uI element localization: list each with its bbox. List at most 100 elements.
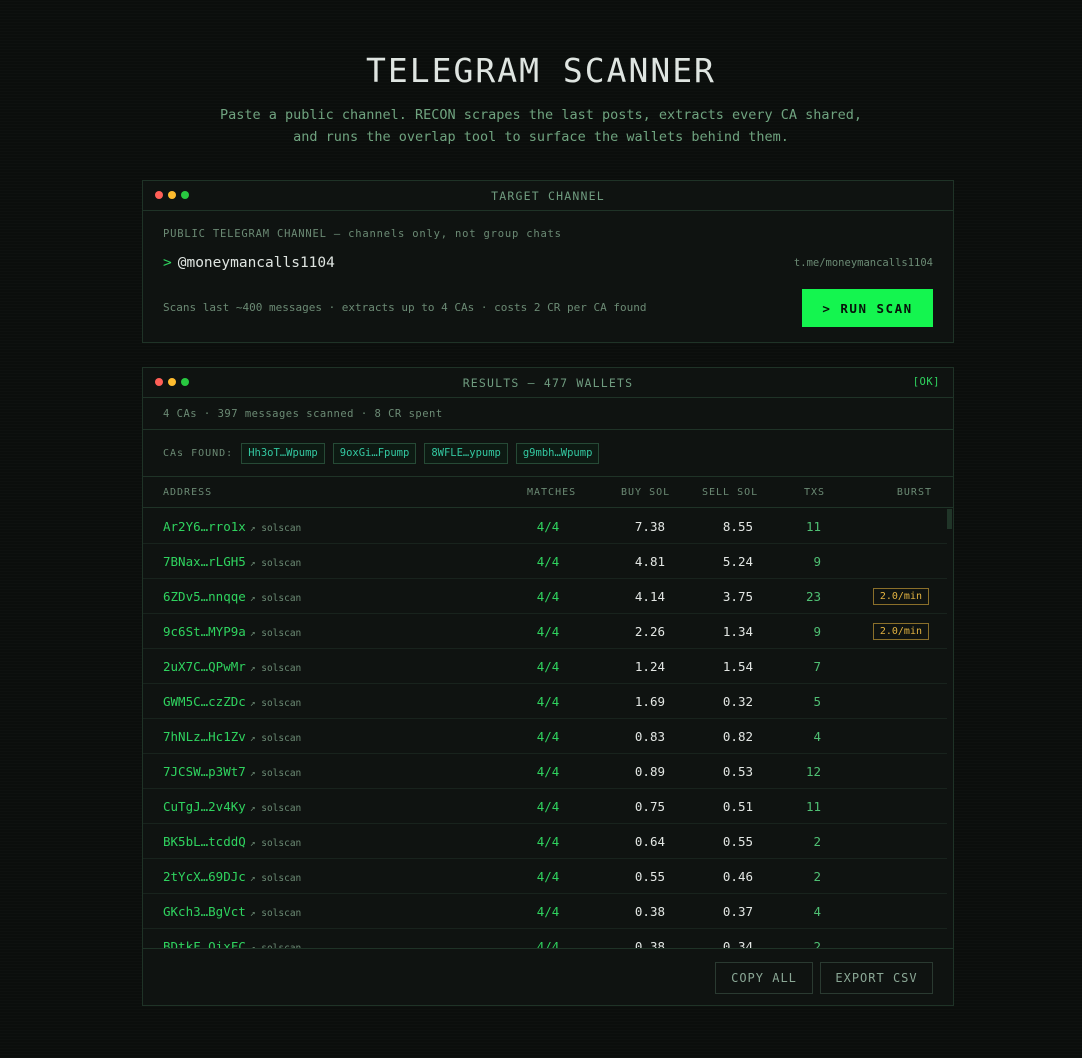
wallet-address-link[interactable]: CuTgJ…2v4Ky ↗ solscan <box>163 799 301 814</box>
export-csv-button[interactable]: EXPORT CSV <box>820 962 933 994</box>
solscan-link[interactable]: ↗ solscan <box>250 628 301 639</box>
wallet-address[interactable]: 7hNLz…Hc1Zv <box>163 729 246 744</box>
wallet-address-link[interactable]: Ar2Y6…rro1x ↗ solscan <box>163 519 301 534</box>
wallet-address[interactable]: 9c6St…MYP9a <box>163 624 246 639</box>
channel-link[interactable]: t.me/moneymancalls1104 <box>794 257 933 269</box>
wallet-address[interactable]: 6ZDv5…nnqqe <box>163 589 246 604</box>
sell-sol-value: 0.55 <box>722 834 753 849</box>
table-row[interactable]: 2uX7C…QPwMr ↗ solscan 4/4 1.24 1.54 7 <box>143 649 949 684</box>
wallet-address-link[interactable]: 2tYcX…69DJc ↗ solscan <box>163 869 301 884</box>
txs-value: 5 <box>813 694 821 709</box>
matches-value: 4/4 <box>536 589 560 604</box>
buy-sol-value: 0.64 <box>634 834 665 849</box>
wallet-address[interactable]: GWM5C…czZDc <box>163 694 246 709</box>
table-row[interactable]: GKch3…BgVct ↗ solscan 4/4 0.38 0.37 4 <box>143 894 949 929</box>
scrollbar-thumb[interactable] <box>947 509 952 529</box>
sell-sol-value: 5.24 <box>722 554 753 569</box>
buy-sol-value: 2.26 <box>634 624 665 639</box>
ca-chip[interactable]: g9mbh…Wpump <box>515 442 600 464</box>
wallet-address-link[interactable]: 7BNax…rLGH5 ↗ solscan <box>163 554 301 569</box>
column-matches[interactable]: MATCHES <box>527 487 576 498</box>
solscan-link[interactable]: ↗ solscan <box>250 908 301 919</box>
table-row[interactable]: 7BNax…rLGH5 ↗ solscan 4/4 4.81 5.24 9 <box>143 544 949 579</box>
status-badge: [OK] <box>912 376 940 388</box>
wallet-address[interactable]: GKch3…BgVct <box>163 904 246 919</box>
prompt-caret: > <box>163 255 172 271</box>
wallet-address-link[interactable]: BK5bL…tcddQ ↗ solscan <box>163 834 301 849</box>
subtitle-line-2: and runs the overlap tool to surface the… <box>293 129 789 145</box>
maximize-dot-icon <box>181 378 189 386</box>
solscan-link[interactable]: ↗ solscan <box>250 523 301 534</box>
ca-chip[interactable]: 8WFLE…ypump <box>424 442 508 464</box>
close-dot-icon <box>155 378 163 386</box>
sell-sol-value: 0.53 <box>722 764 753 779</box>
sell-sol-value: 1.34 <box>722 624 753 639</box>
column-sell-sol[interactable]: SELL SOL <box>702 487 758 498</box>
buy-sol-value: 0.75 <box>634 799 665 814</box>
table-row[interactable]: 6ZDv5…nnqqe ↗ solscan 4/4 4.14 3.75 23 2.0/min <box>143 579 949 614</box>
table-row[interactable]: Ar2Y6…rro1x ↗ solscan 4/4 7.38 8.55 11 <box>143 509 949 544</box>
solscan-link[interactable]: ↗ solscan <box>250 558 301 569</box>
txs-value: 11 <box>805 799 821 814</box>
wallet-address[interactable]: 7JCSW…p3Wt7 <box>163 764 246 779</box>
subtitle-line-1: Paste a public channel. RECON scrapes th… <box>219 107 863 123</box>
column-address[interactable]: ADDRESS <box>163 487 212 498</box>
sell-sol-value: 0.82 <box>722 729 753 744</box>
column-burst[interactable]: BURST <box>897 487 932 498</box>
txs-value: 2 <box>813 869 821 884</box>
wallet-address[interactable]: 2tYcX…69DJc <box>163 869 246 884</box>
buy-sol-value: 4.81 <box>634 554 665 569</box>
table-row[interactable]: GWM5C…czZDc ↗ solscan 4/4 1.69 0.32 5 <box>143 684 949 719</box>
matches-value: 4/4 <box>536 624 560 639</box>
wallet-address-link[interactable]: 6ZDv5…nnqqe ↗ solscan <box>163 589 301 604</box>
solscan-link[interactable]: ↗ solscan <box>250 593 301 604</box>
column-buy-sol[interactable]: BUY SOL <box>621 487 670 498</box>
wallet-address[interactable]: Ar2Y6…rro1x <box>163 519 246 534</box>
wallet-address-link[interactable]: 7JCSW…p3Wt7 ↗ solscan <box>163 764 301 779</box>
sell-sol-value: 3.75 <box>722 589 753 604</box>
cas-found-row: CAs FOUND: Hh3oT…Wpump 9oxGi…Fpump 8WFLE… <box>143 430 953 477</box>
matches-value: 4/4 <box>536 904 560 919</box>
copy-all-button[interactable]: COPY ALL <box>715 962 813 994</box>
results-panel: RESULTS — 477 WALLETS [OK] 4 CAs · 397 m… <box>142 367 954 1006</box>
txs-value: 11 <box>805 519 821 534</box>
target-channel-panel: TARGET CHANNEL PUBLIC TELEGRAM CHANNEL —… <box>142 180 954 343</box>
table-row[interactable]: 7JCSW…p3Wt7 ↗ solscan 4/4 0.89 0.53 12 <box>143 754 949 789</box>
solscan-link[interactable]: ↗ solscan <box>250 803 301 814</box>
wallet-address[interactable]: 7BNax…rLGH5 <box>163 554 246 569</box>
wallet-address-link[interactable]: 9c6St…MYP9a ↗ solscan <box>163 624 301 639</box>
ca-chip[interactable]: Hh3oT…Wpump <box>241 442 325 464</box>
wallet-address-link[interactable]: 7hNLz…Hc1Zv ↗ solscan <box>163 729 301 744</box>
panel-header: TARGET CHANNEL <box>143 181 953 211</box>
buy-sol-value: 0.83 <box>634 729 665 744</box>
solscan-link[interactable]: ↗ solscan <box>250 663 301 674</box>
solscan-link[interactable]: ↗ solscan <box>250 698 301 709</box>
ca-chip[interactable]: 9oxGi…Fpump <box>332 442 417 464</box>
burst-badge: 2.0/min <box>872 588 929 605</box>
table-row[interactable]: BDtkF…QixFC ↗ solscan 4/4 0.38 0.34 2 <box>143 929 949 949</box>
solscan-link[interactable]: ↗ solscan <box>250 838 301 849</box>
wallet-table-body[interactable]: Ar2Y6…rro1x ↗ solscan 4/4 7.38 8.55 11 7BNax…r… <box>143 509 949 949</box>
run-scan-button[interactable]: > RUN SCAN <box>802 289 933 327</box>
scrollbar[interactable] <box>947 509 953 949</box>
table-row[interactable]: 2tYcX…69DJc ↗ solscan 4/4 0.55 0.46 2 <box>143 859 949 894</box>
txs-value: 4 <box>813 904 821 919</box>
matches-value: 4/4 <box>536 764 560 779</box>
wallet-address-link[interactable]: GWM5C…czZDc ↗ solscan <box>163 694 301 709</box>
wallet-address-link[interactable]: 2uX7C…QPwMr ↗ solscan <box>163 659 301 674</box>
solscan-link[interactable]: ↗ solscan <box>250 768 301 779</box>
channel-input[interactable]: > @moneymancalls1104 <box>163 255 335 271</box>
wallet-address[interactable]: CuTgJ…2v4Ky <box>163 799 246 814</box>
wallet-address[interactable]: 2uX7C…QPwMr <box>163 659 246 674</box>
matches-value: 4/4 <box>536 869 560 884</box>
table-row[interactable]: BK5bL…tcddQ ↗ solscan 4/4 0.64 0.55 2 <box>143 824 949 859</box>
wallet-address[interactable]: BK5bL…tcddQ <box>163 834 246 849</box>
column-txs[interactable]: TXS <box>804 487 825 498</box>
table-row[interactable]: 7hNLz…Hc1Zv ↗ solscan 4/4 0.83 0.82 4 <box>143 719 949 754</box>
table-row[interactable]: 9c6St…MYP9a ↗ solscan 4/4 2.26 1.34 9 2.0/min <box>143 614 949 649</box>
solscan-link[interactable]: ↗ solscan <box>250 873 301 884</box>
wallet-address-link[interactable]: GKch3…BgVct ↗ solscan <box>163 904 301 919</box>
window-controls <box>155 191 189 199</box>
solscan-link[interactable]: ↗ solscan <box>250 733 301 744</box>
table-row[interactable]: CuTgJ…2v4Ky ↗ solscan 4/4 0.75 0.51 11 <box>143 789 949 824</box>
